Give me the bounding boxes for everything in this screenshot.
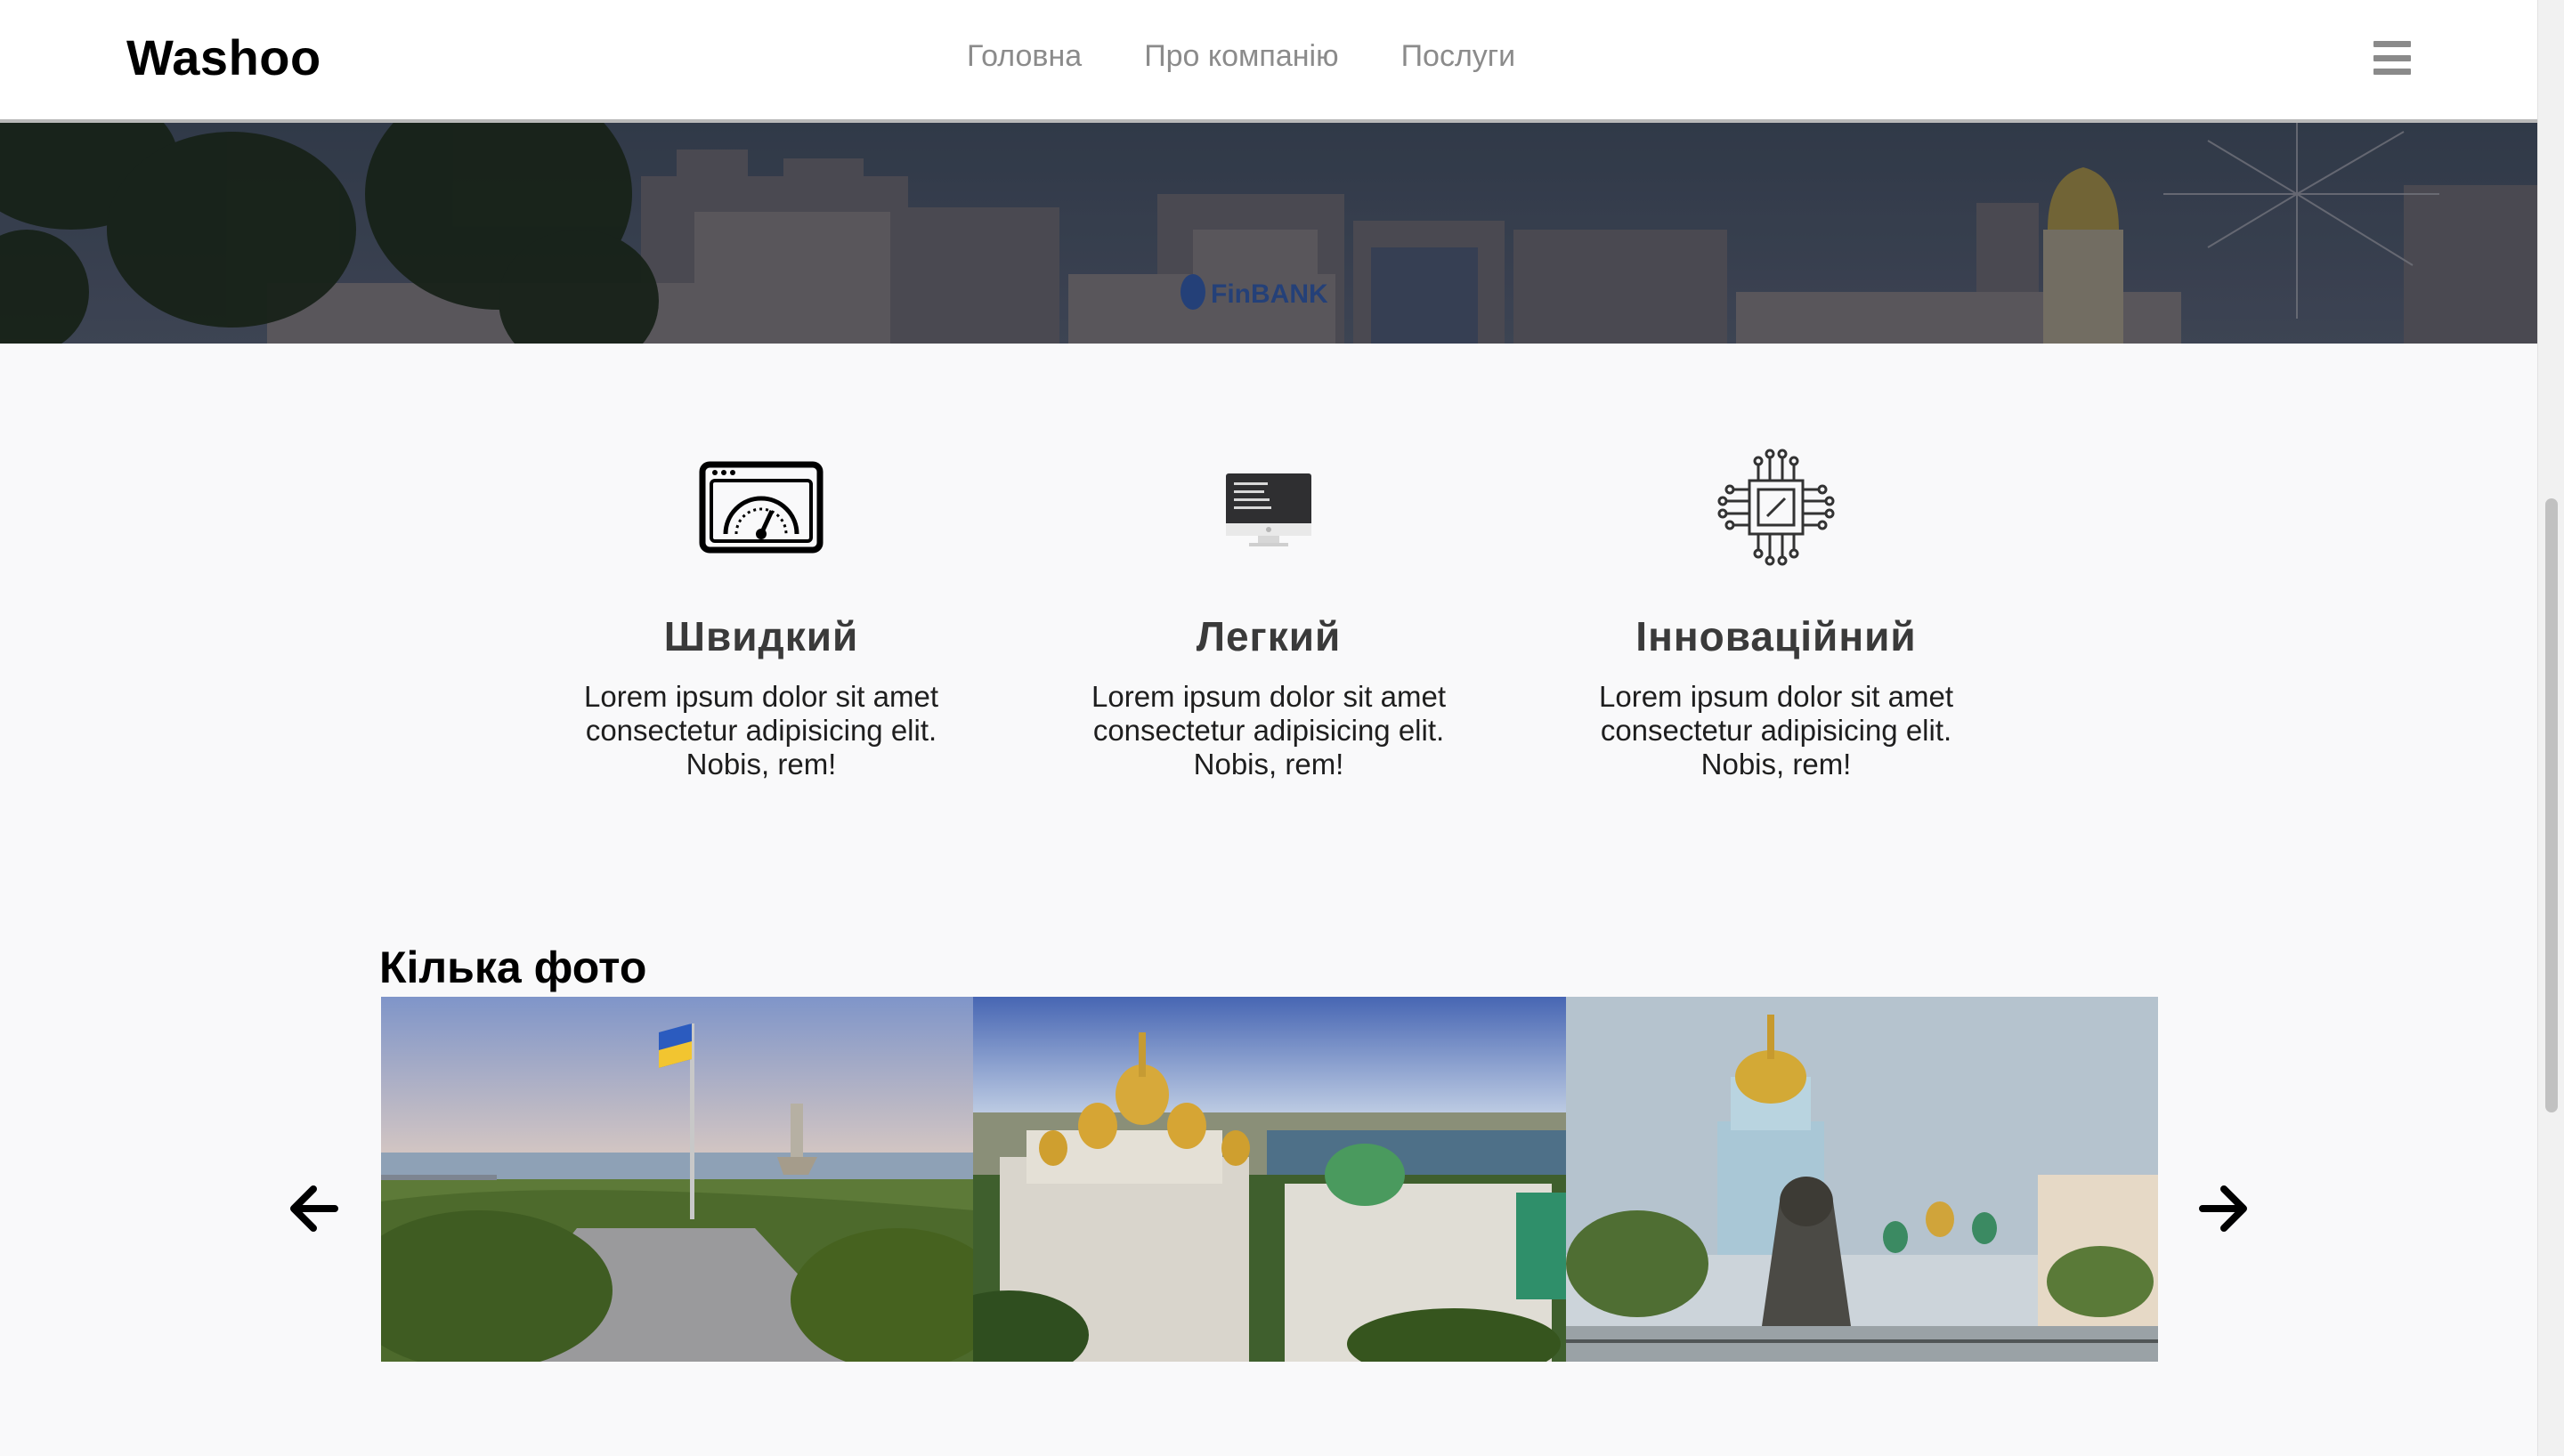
scrollbar-thumb[interactable] — [2545, 498, 2558, 1112]
hamburger-line — [2373, 54, 2411, 61]
main-nav: Головна Про компанію Послуги — [967, 39, 1515, 74]
feature-title: Швидкий — [663, 613, 859, 659]
code-monitor-icon — [1226, 473, 1311, 546]
navbar: Washoo Головна Про компанію Послуги — [0, 0, 2537, 123]
photo-carousel — [381, 997, 2158, 1362]
hamburger-icon[interactable] — [2373, 41, 2411, 75]
page: Washoo Головна Про компанію Послуги FinB… — [0, 0, 2564, 1456]
feature-text: Lorem ipsum dolor sit amet consectetur a… — [1091, 680, 1446, 781]
hamburger-line — [2373, 41, 2411, 47]
carousel-photo[interactable] — [1565, 997, 2158, 1362]
feature-title: Легкий — [1196, 613, 1342, 659]
feature-text: Lorem ipsum dolor sit amet consectetur a… — [1599, 680, 1953, 781]
hamburger-line — [2373, 69, 2411, 75]
carousel-photo[interactable] — [973, 997, 1566, 1362]
speedometer-icon — [699, 461, 824, 554]
feature-text: Lorem ipsum dolor sit amet consectetur a… — [584, 680, 938, 781]
gallery-title: Кілька фото — [379, 942, 647, 992]
feature-title: Інноваційний — [1635, 613, 1917, 659]
feature-card: Легкий Lorem ipsum dolor sit amet consec… — [1055, 445, 1482, 781]
feature-card: Швидкий Lorem ipsum dolor sit amet conse… — [548, 445, 975, 781]
page-scrollbar[interactable] — [2537, 0, 2564, 1456]
feature-card: Інноваційний Lorem ipsum dolor sit amet … — [1562, 445, 1990, 781]
carousel-photo[interactable] — [381, 997, 974, 1362]
arrow-left-icon[interactable] — [288, 1184, 338, 1234]
nav-link-home[interactable]: Головна — [967, 39, 1082, 74]
nav-link-about[interactable]: Про компанію — [1144, 39, 1338, 74]
processor-chip-icon — [1717, 449, 1835, 566]
nav-link-services[interactable]: Послуги — [1401, 39, 1516, 74]
hero-image: FinBANK — [0, 123, 2537, 344]
arrow-right-icon[interactable] — [2199, 1184, 2249, 1234]
brand-logo[interactable]: Washoo — [126, 28, 321, 86]
